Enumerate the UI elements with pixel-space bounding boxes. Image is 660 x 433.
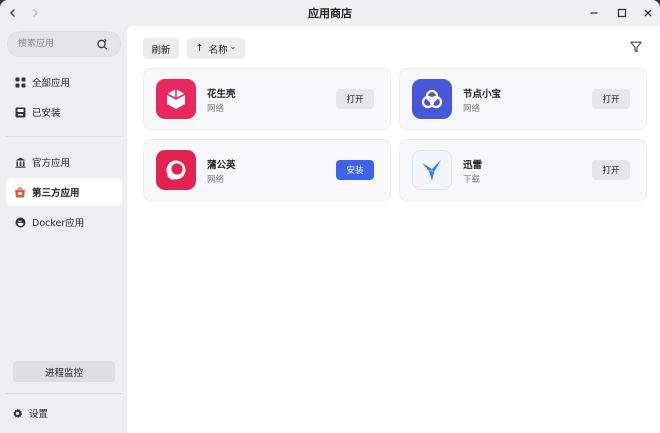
- refresh-button[interactable]: 刷新: [143, 38, 179, 59]
- sidebar: 全部应用 已安装 官方应用 第三方应用 Docker应用: [0, 26, 127, 433]
- app-card[interactable]: 蒲公英 网络 安装: [143, 139, 391, 201]
- maximize-icon: [617, 8, 627, 18]
- app-name: 迅雷: [463, 160, 483, 171]
- settings-label: 设置: [29, 409, 49, 420]
- title-bar: 应用商店: [0, 0, 660, 26]
- search-refresh-icon[interactable]: [96, 38, 108, 50]
- grid-icon: [14, 76, 26, 88]
- node-icon: [412, 79, 452, 119]
- sidebar-item-third-party-apps[interactable]: 第三方应用: [6, 178, 122, 206]
- sidebar-item-installed[interactable]: 已安装: [6, 98, 122, 126]
- app-name: 花生壳: [207, 89, 236, 100]
- filter-icon[interactable]: [630, 41, 642, 53]
- minimize-icon: [590, 12, 598, 14]
- sidebar-item-label: 官方应用: [32, 158, 71, 169]
- sidebar-divider: [6, 136, 122, 137]
- close-icon: [644, 9, 652, 17]
- app-card[interactable]: 节点小宝 网络 打开: [399, 68, 647, 130]
- sort-arrow-icon: ↑: [195, 43, 204, 54]
- search-input[interactable]: [18, 37, 96, 51]
- thunder-icon: [412, 150, 452, 190]
- open-button[interactable]: 打开: [336, 89, 374, 109]
- sort-by-name-button[interactable]: ↑ 名称 ⌄: [187, 38, 245, 59]
- search-box[interactable]: [7, 31, 121, 57]
- installed-icon: [14, 106, 26, 118]
- sidebar-item-docker-apps[interactable]: Docker应用: [6, 208, 122, 236]
- sidebar-item-label: Docker应用: [32, 218, 85, 229]
- sidebar-item-label: 已安装: [32, 108, 61, 119]
- app-name: 蒲公英: [207, 160, 236, 171]
- store-icon: [14, 186, 26, 198]
- app-category: 下载: [463, 175, 481, 185]
- bank-icon: [14, 156, 26, 168]
- sidebar-item-label: 第三方应用: [32, 188, 80, 199]
- app-category: 网络: [463, 104, 481, 114]
- open-button[interactable]: 打开: [592, 89, 630, 109]
- install-button[interactable]: 安装: [336, 160, 374, 180]
- app-category: 网络: [207, 104, 225, 114]
- open-button[interactable]: 打开: [592, 160, 630, 180]
- app-window: 应用商店 全部应用: [0, 0, 660, 433]
- sidebar-item-all-apps[interactable]: 全部应用: [6, 68, 122, 96]
- maximize-button[interactable]: [612, 3, 632, 23]
- sidebar-item-label: 全部应用: [32, 78, 71, 89]
- sidebar-item-official-apps[interactable]: 官方应用: [6, 148, 122, 176]
- app-category: 网络: [207, 175, 225, 185]
- app-card[interactable]: 花生壳 网络 打开: [143, 68, 391, 130]
- process-monitor-button[interactable]: 进程监控: [13, 361, 115, 382]
- sidebar-divider: [6, 393, 122, 394]
- close-button[interactable]: [638, 3, 658, 23]
- app-card[interactable]: 迅雷 下载 打开: [399, 139, 647, 201]
- dandelion-icon: [156, 150, 196, 190]
- docker-icon: [14, 216, 26, 228]
- minimize-button[interactable]: [584, 3, 604, 23]
- chevron-down-icon: ⌄: [229, 42, 237, 51]
- sort-label: 名称: [208, 44, 228, 56]
- app-name: 节点小宝: [463, 89, 502, 100]
- settings-button[interactable]: 设置: [12, 406, 48, 420]
- gear-icon: [13, 407, 23, 418]
- window-title: 应用商店: [308, 7, 352, 20]
- main-content: 刷新 ↑ 名称 ⌄ 花生壳 网络 打开 节点小宝 网络 打开 蒲公英 网络 安装…: [127, 26, 660, 433]
- peanut-shell-icon: [156, 79, 196, 119]
